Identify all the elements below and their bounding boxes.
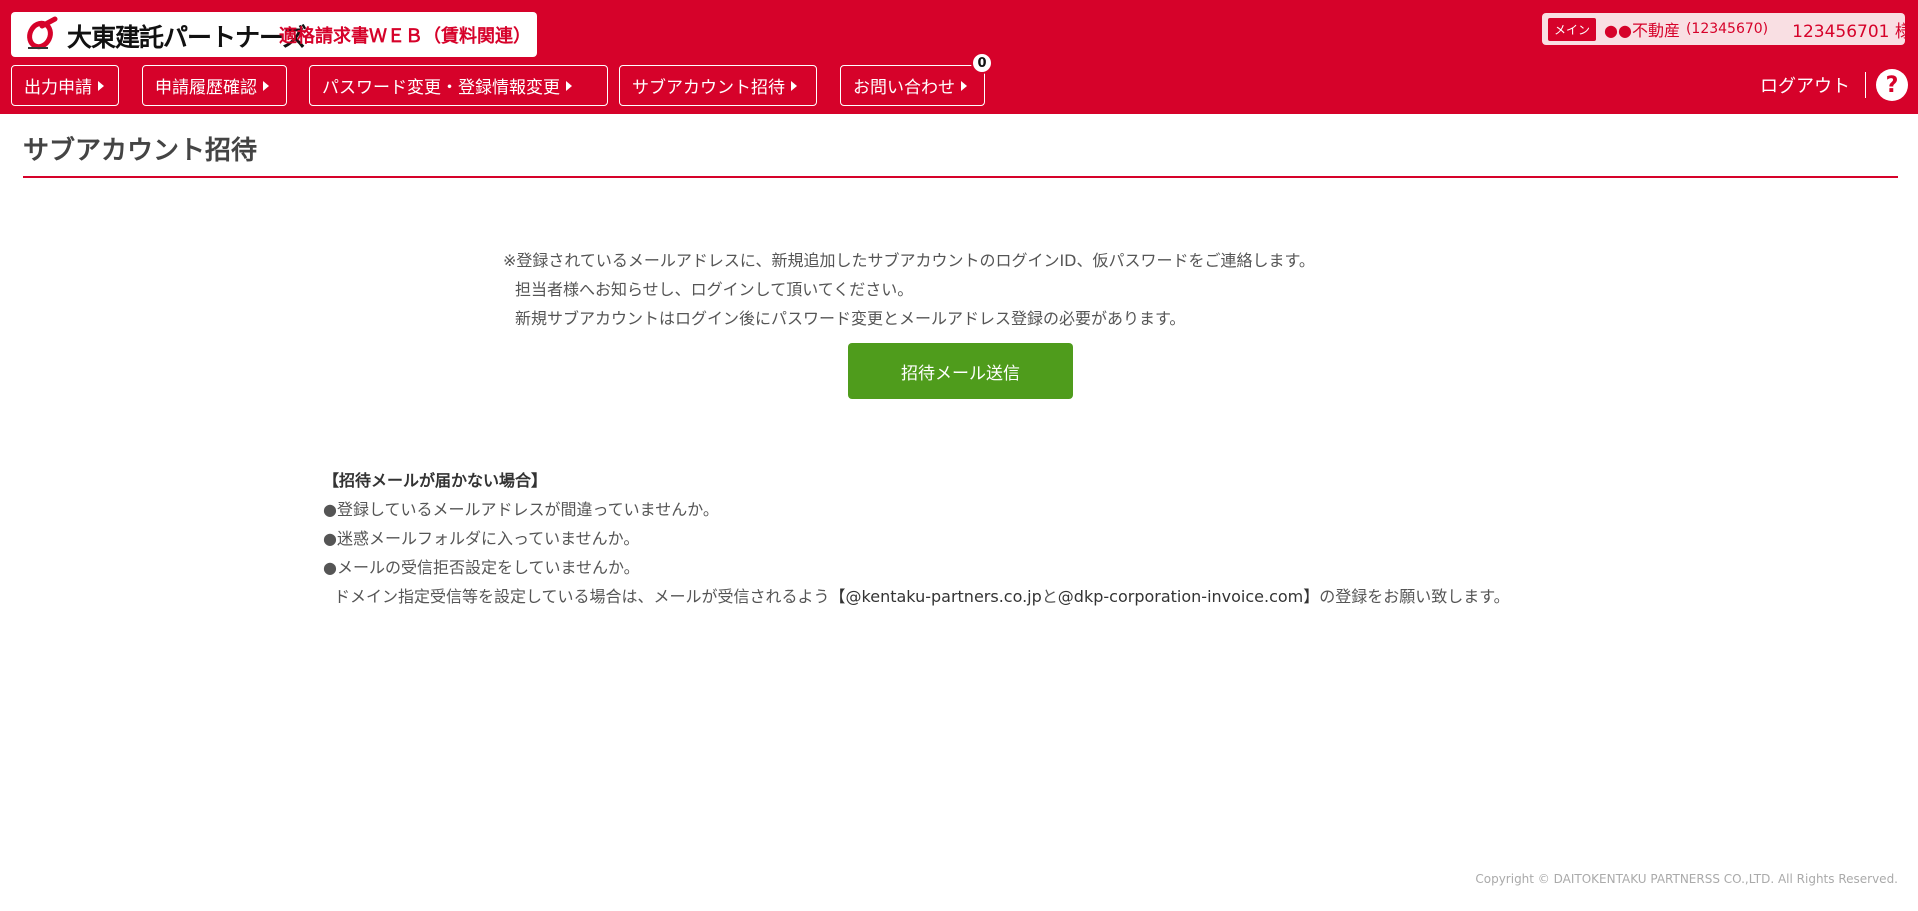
brand-name: 大東建託パートナーズ	[67, 23, 307, 52]
nav-label: 出力申請	[24, 78, 92, 98]
caret-right-icon	[791, 80, 797, 91]
domain-instruction: ドメイン指定受信等を設定している場合は、メールが受信されるよう【@kentaku…	[323, 582, 1510, 611]
copyright: Copyright © DAITOKENTAKU PARTNERSS CO.,L…	[1475, 872, 1898, 886]
domain-bracket-open: 【	[829, 587, 846, 606]
invite-notice: ※登録されているメールアドレスに、新規追加したサブアカウントのログインID、仮パ…	[503, 246, 1315, 333]
caret-right-icon	[566, 80, 572, 91]
notification-badge: 0	[971, 52, 993, 74]
domain-suffix: の登録をお願い致します。	[1319, 587, 1510, 606]
header-divider	[1865, 72, 1866, 98]
troubleshooting-heading: 【招待メールが届かない場合】	[323, 471, 548, 490]
notice-line: 新規サブアカウントはログイン後にパスワード変更とメールアドレス登録の必要がありま…	[515, 309, 1186, 328]
caret-right-icon	[263, 80, 269, 91]
nav-label: 申請履歴確認	[155, 78, 257, 98]
title-underline	[23, 176, 1898, 178]
caret-right-icon	[98, 80, 104, 91]
send-invite-button[interactable]: 招待メール送信	[848, 343, 1073, 399]
troubleshooting-item: ●迷惑メールフォルダに入っていませんか。	[323, 529, 640, 548]
account-code: (12345670)	[1685, 21, 1769, 37]
account-company: ●●不動産	[1604, 21, 1680, 40]
domain-bracket-close: 】	[1303, 587, 1320, 606]
header: 大東建託パートナーズ 適格請求書ＷＥＢ（賃料関連） メイン ●●不動産 (123…	[0, 0, 1918, 114]
nav-label: パスワード変更・登録情報変更	[322, 78, 560, 98]
notice-line: 担当者様へお知らせし、ログインして頂いてください。	[515, 280, 914, 299]
notice-line: ※登録されているメールアドレスに、新規追加したサブアカウントのログインID、仮パ…	[503, 251, 1315, 270]
troubleshooting-item: ●メールの受信拒否設定をしていませんか。	[323, 558, 640, 577]
domain-kentaku: @kentaku-partners.co.jp	[845, 587, 1042, 606]
nav-label: サブアカウント招待	[632, 78, 785, 98]
brand-subtitle: 適格請求書ＷＥＢ（賃料関連）	[279, 26, 531, 47]
nav-request-history[interactable]: 申請履歴確認	[142, 65, 287, 106]
brand-mark-icon	[27, 16, 58, 50]
domain-dkp: @dkp-corporation-invoice.com	[1057, 587, 1304, 606]
caret-right-icon	[961, 80, 967, 91]
nav-contact[interactable]: お問い合わせ 0	[840, 52, 993, 106]
brand-logo[interactable]: 大東建託パートナーズ 適格請求書ＷＥＢ（賃料関連）	[11, 12, 537, 57]
nav-label: お問い合わせ	[853, 78, 955, 98]
domain-prefix: ドメイン指定受信等を設定している場合は、メールが受信されるよう	[334, 587, 830, 606]
troubleshooting-item: ●登録しているメールアドレスが間違っていませんか。	[323, 500, 719, 519]
account-type-badge: メイン	[1548, 17, 1597, 41]
page-title: サブアカウント招待	[23, 136, 258, 166]
help-icon[interactable]: ?	[1876, 69, 1908, 101]
account-user: 123456701 様	[1792, 21, 1912, 42]
nav-output-request[interactable]: 出力申請	[11, 65, 119, 106]
logout-link[interactable]: ログアウト	[1760, 72, 1850, 98]
domain-and: と	[1041, 587, 1058, 606]
account-info: メイン ●●不動産 (12345670) 123456701 様	[1542, 13, 1912, 45]
nav-password-change[interactable]: パスワード変更・登録情報変更	[309, 65, 608, 106]
nav-subaccount-invite[interactable]: サブアカウント招待	[619, 65, 817, 106]
troubleshooting-section: 【招待メールが届かない場合】 ●登録しているメールアドレスが間違っていませんか。…	[323, 466, 1510, 611]
